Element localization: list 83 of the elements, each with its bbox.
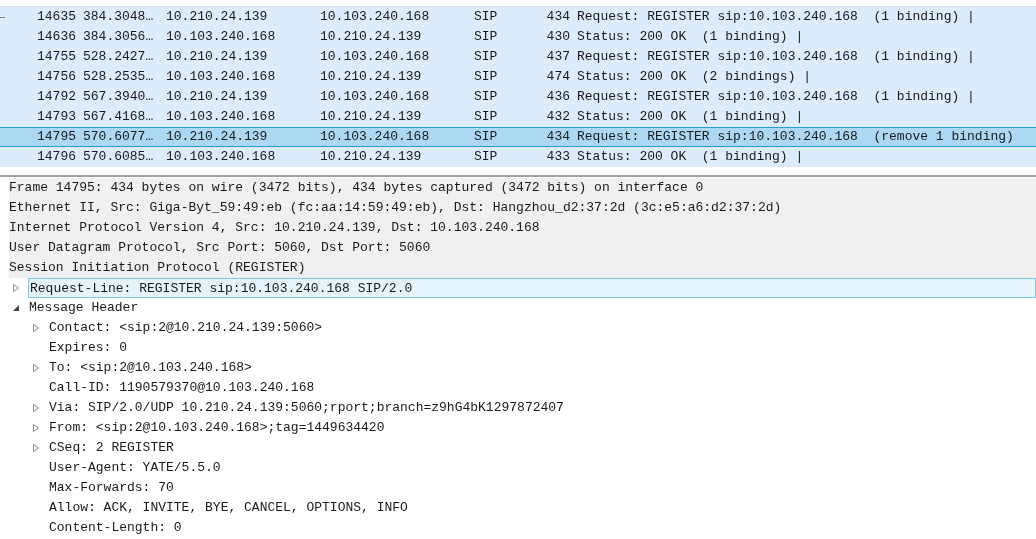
packet-cell-text: Status: 200 OK (1 binding) | xyxy=(576,148,804,167)
packet-cell-text: 10.210.24.139 xyxy=(320,108,423,127)
packet-cell-text: 14795 xyxy=(36,128,76,147)
packet-row[interactable]: 14793 567.4168… 10.103.240.168 10.210.24.139 SIP 432 Status: 200 OK (1 binding) | xyxy=(0,107,1036,127)
packet-row[interactable]: 14795 570.6077… 10.210.24.139 10.103.240.168 SIP 434 Request: REGISTER sip:10.103.240.168 (remove 1 binding) xyxy=(0,127,1036,147)
packet-cell-text: SIP xyxy=(474,68,499,87)
detail-line[interactable]: CSeq: 2 REGISTER xyxy=(48,438,175,458)
packet-cell-text: 436 xyxy=(545,88,570,107)
packet-row[interactable]: 14636 384.3056… 10.103.240.168 10.210.24.139 SIP 430 Status: 200 OK (1 binding) | xyxy=(0,27,1036,47)
packet-cell-text: 10.210.24.139 xyxy=(165,128,269,147)
packet-cell-text: 10.103.240.168 xyxy=(165,108,277,127)
detail-line[interactable]: User-Agent: YATE/5.5.0 xyxy=(48,458,222,478)
detail-line[interactable]: Message Header xyxy=(28,298,140,318)
detail-line[interactable]: Contact: <sip:2@10.210.24.139:5060> xyxy=(48,318,324,338)
packet-cell-text: 567.4168… xyxy=(82,108,155,127)
packet-cell-text: 10.210.24.139 xyxy=(165,48,269,67)
collapsed-arrow-icon[interactable] xyxy=(32,444,40,452)
detail-line[interactable]: Allow: ACK, INVITE, BYE, CANCEL, OPTIONS, INFO xyxy=(48,498,409,518)
packet-cell-text: 528.2535… xyxy=(82,68,155,87)
packet-row[interactable]: 14635 384.3048… 10.210.24.139 10.103.240.168 SIP 434 Request: REGISTER sip:10.103.240.168 (1 binding) | xyxy=(0,7,1036,27)
packet-cell-text: 433 xyxy=(545,148,570,167)
detail-line[interactable]: To: <sip:2@10.103.240.168> xyxy=(48,358,253,378)
packet-cell-text: 10.210.24.139 xyxy=(320,148,423,167)
packet-cell-text: 10.210.24.139 xyxy=(165,8,269,27)
packet-cell-text: 570.6077… xyxy=(82,128,155,147)
packet-row[interactable]: 14756 528.2535… 10.103.240.168 10.210.24.139 SIP 474 Status: 200 OK (2 bindings) | xyxy=(0,67,1036,87)
packet-cell-text: Status: 200 OK (1 binding) | xyxy=(576,108,804,127)
collapsed-arrow-icon[interactable] xyxy=(12,284,20,292)
packet-cell-text: 432 xyxy=(545,108,570,127)
packet-cell-text: 384.3048… xyxy=(82,8,155,27)
packet-cell-text: Request: REGISTER sip:10.103.240.168 (1 binding) | xyxy=(576,48,975,67)
packet-cell-text: 14755 xyxy=(36,48,76,67)
packet-cell-text: 14792 xyxy=(36,88,76,107)
detail-line[interactable]: Max-Forwards: 70 xyxy=(48,478,175,498)
packet-row[interactable]: 14792 567.3940… 10.210.24.139 10.103.240.168 SIP 436 Request: REGISTER sip:10.103.240.168 (1 binding) | xyxy=(0,87,1036,107)
packet-cell-text: 10.103.240.168 xyxy=(165,68,277,87)
packet-cell-text: 10.103.240.168 xyxy=(165,148,277,167)
packet-cell-text: 14635 xyxy=(36,8,76,27)
expanded-arrow-icon[interactable] xyxy=(12,304,20,312)
packet-cell-text: 570.6085… xyxy=(82,148,155,167)
packet-cell-text: 10.103.240.168 xyxy=(320,88,431,107)
detail-line[interactable]: Expires: 0 xyxy=(48,338,128,358)
packet-cell-text: 14796 xyxy=(36,148,76,167)
packet-cell-text: Request: REGISTER sip:10.103.240.168 (1 binding) | xyxy=(576,88,975,107)
packet-cell-text: 434 xyxy=(545,8,570,27)
packet-cell-text: 10.210.24.139 xyxy=(320,28,423,47)
packet-cell-text: SIP xyxy=(474,88,499,107)
packet-cell-text: Status: 200 OK (1 binding) | xyxy=(576,28,804,47)
packet-cell-text: 10.210.24.139 xyxy=(165,88,269,107)
packet-cell-text: 384.3056… xyxy=(82,28,155,47)
packet-cell-text: 10.103.240.168 xyxy=(165,28,277,47)
packet-row[interactable]: 14755 528.2427… 10.210.24.139 10.103.240.168 SIP 437 Request: REGISTER sip:10.103.240.168 (1 binding) | xyxy=(0,47,1036,67)
packet-cell-text: 14793 xyxy=(36,108,76,127)
packet-cell-text: 474 xyxy=(545,68,570,87)
packet-row[interactable]: 14796 570.6085… 10.103.240.168 10.210.24.139 SIP 433 Status: 200 OK (1 binding) | xyxy=(0,147,1036,167)
collapsed-arrow-icon[interactable] xyxy=(32,324,40,332)
packet-cell-text: 10.103.240.168 xyxy=(320,8,431,27)
collapsed-arrow-icon[interactable] xyxy=(32,404,40,412)
packet-cell-text: 10.103.240.168 xyxy=(320,48,431,67)
packet-cell-text: Request: REGISTER sip:10.103.240.168 (remove 1 binding) xyxy=(576,128,1014,147)
packet-cell-text: 567.3940… xyxy=(82,88,155,107)
packet-cell-text: 430 xyxy=(545,28,570,47)
detail-line[interactable]: From: <sip:2@10.103.240.168>;tag=1449634420 xyxy=(48,418,386,438)
packet-cell-text: 14636 xyxy=(36,28,76,47)
packet-cell-text: SIP xyxy=(474,108,499,127)
packet-cell-text: 528.2427… xyxy=(82,48,155,67)
packet-cell-text: SIP xyxy=(474,8,499,27)
collapsed-arrow-icon[interactable] xyxy=(32,364,40,372)
packet-cell-text: SIP xyxy=(474,28,499,47)
packet-cell-text: Status: 200 OK (2 bindings) | xyxy=(576,68,812,87)
packet-cell-text: 14756 xyxy=(36,68,76,87)
detail-line[interactable]: Call-ID: 1190579370@10.103.240.168 xyxy=(48,378,316,398)
packet-cell-text: 434 xyxy=(545,128,570,147)
detail-line[interactable]: Via: SIP/2.0/UDP 10.210.24.139:5060;rport;branch=z9hG4bK1297872407 xyxy=(48,398,565,418)
collapsed-arrow-icon[interactable] xyxy=(32,424,40,432)
packet-cell-text: SIP xyxy=(474,128,499,147)
packet-cell-text: 10.210.24.139 xyxy=(320,68,423,87)
detail-line[interactable]: Content-Length: 0 xyxy=(48,518,183,538)
packet-cell-text: SIP xyxy=(474,48,499,67)
packet-cell-text: 437 xyxy=(545,48,570,67)
packet-cell-text: 10.103.240.168 xyxy=(320,128,431,147)
packet-cell-text: Request: REGISTER sip:10.103.240.168 (1 binding) | xyxy=(576,8,975,27)
packet-cell-text: SIP xyxy=(474,148,499,167)
